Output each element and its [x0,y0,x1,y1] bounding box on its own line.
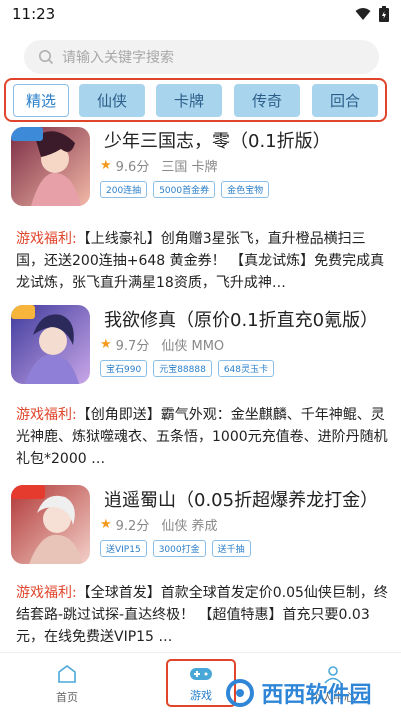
tab-chuanqi[interactable]: 传奇 [234,84,300,117]
game-rating-3: 9.2分 [115,519,150,534]
game-badge: 200连抽 [100,181,148,198]
game-badges-1: 200连抽 5000首金券 金色宝物 [100,181,270,198]
game-tags-1: 三国 卡牌 [161,160,218,175]
game-badge: 宝石990 [100,360,148,377]
tab-kapai[interactable]: 卡牌 [156,84,222,117]
game-meta-3: ★ 9.2分 仙侠 养成 [100,515,217,534]
game-icon-2[interactable] [11,305,90,384]
star-icon: ★ [100,337,112,352]
game-badge: 送VIP15 [100,540,147,557]
game-title-2[interactable]: 我欲修真（原价0.1折直充0氪版） [104,306,378,332]
game-meta-2: ★ 9.7分 仙侠 MMO [100,335,224,354]
status-time: 11:23 [12,5,56,23]
game-icon-3[interactable] [11,485,90,564]
nav-home-label: 首页 [56,690,78,704]
game-rating-2: 9.7分 [115,339,150,354]
category-tabs: 精选 仙侠 卡牌 传奇 回合 [4,78,387,122]
game-title-3[interactable]: 逍遥蜀山（0.05折超爆养龙打金） [104,486,378,512]
tab-xianxia[interactable]: 仙侠 [79,84,145,117]
game-badge: 金色宝物 [221,181,270,198]
battery-icon [379,6,389,22]
game-meta-1: ★ 9.6分 三国 卡牌 [100,156,217,175]
game-rating-1: 9.6分 [115,160,150,175]
game-badge: 648灵玉卡 [217,360,275,377]
watermark-logo-icon [226,678,255,707]
wifi-icon [355,8,371,20]
game-badges-2: 宝石990 元宝88888 648灵玉卡 [100,360,275,377]
game-badge: 5000首金券 [153,181,216,198]
game-badge: 3000打金 [152,540,206,557]
game-welfare-1: 游戏福利:【上线豪礼】创角赠3星张飞，直升橙品横扫三国，还送200连抽+648 … [16,228,388,294]
search-bar[interactable]: 请输入关键字搜索 [24,40,379,74]
game-tags-2: 仙侠 MMO [161,339,225,354]
search-icon [39,50,54,65]
game-welfare-3: 游戏福利:【全球首发】首款全球首发定价0.05仙侠巨制，终结套路-跳过试探-直达… [16,582,388,648]
welfare-label: 游戏福利: [16,407,77,423]
welfare-label: 游戏福利: [16,585,77,601]
game-badge: 元宝88888 [153,360,212,377]
game-welfare-2: 游戏福利:【创角即送】霸气外观：金坐麒麟、千年神鲲、灵光神鹿、炼狱噬魂衣、五条悟… [16,404,388,470]
welfare-label: 游戏福利: [16,231,77,247]
game-badge: 送千抽 [211,540,251,557]
game-title-1[interactable]: 少年三国志，零（0.1折版） [104,127,331,153]
game-icon-1[interactable] [11,127,90,206]
game-badges-3: 送VIP15 3000打金 送千抽 [100,540,251,557]
search-input[interactable]: 请输入关键字搜索 [62,47,174,67]
status-bar: 11:23 [0,0,401,28]
watermark-text: 西西软件园 [261,682,372,708]
nav-home[interactable]: 首页 [27,653,107,713]
tab-jingxuan[interactable]: 精选 [13,84,69,117]
star-icon: ★ [100,158,112,173]
status-icons [355,6,389,22]
tab-huihe[interactable]: 回合 [312,84,378,117]
game-tags-3: 仙侠 养成 [161,519,218,534]
watermark: 西西软件园 [196,672,401,713]
star-icon: ★ [100,517,112,532]
home-icon [58,664,76,683]
